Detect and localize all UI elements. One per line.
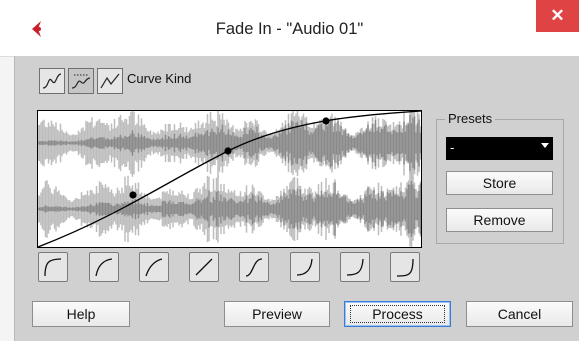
dropdown-arrow-icon [541, 143, 549, 148]
help-button[interactable]: Help [32, 301, 130, 327]
soft-curve-icon [145, 258, 163, 277]
curve-shape-button-1[interactable] [38, 252, 68, 282]
steep-end-curve-icon [346, 258, 364, 276]
curve-shape-button-3[interactable] [139, 252, 169, 282]
window-title: Fade In - "Audio 01" [215, 20, 364, 38]
preview-button[interactable]: Preview [224, 301, 330, 327]
preset-value: - [450, 140, 455, 155]
damped-spline-curve-icon [71, 74, 91, 89]
curve-kind-damped-spline-button[interactable] [68, 68, 94, 94]
presets-label: Presets [445, 111, 496, 126]
remove-button[interactable]: Remove [446, 208, 553, 232]
fast-end-curve-icon [296, 258, 313, 276]
process-button[interactable]: Process [344, 301, 451, 327]
process-label: Process [350, 305, 445, 323]
linear-curve-icon [100, 73, 120, 89]
late-curve-icon [396, 258, 414, 277]
curve-shape-button-6[interactable] [290, 252, 320, 282]
curve-shape-button-4[interactable] [189, 252, 219, 282]
curve-point [129, 191, 137, 199]
curve-point [224, 147, 232, 155]
curve-shape-button-7[interactable] [340, 252, 370, 282]
cancel-button[interactable]: Cancel [466, 301, 573, 327]
preset-select[interactable]: - [446, 137, 553, 160]
spline-curve-icon [42, 73, 62, 89]
curve-shape-button-2[interactable] [89, 252, 119, 282]
curve-kind-spline-button[interactable] [39, 68, 65, 94]
s-curve-icon [245, 258, 263, 277]
linear-shape-icon [195, 258, 213, 276]
slow-start-curve-icon [95, 258, 113, 277]
fade-dialog: Curve Kind Presets - Store Remove Help P… [14, 56, 579, 341]
curve-shape-button-5[interactable] [239, 252, 269, 282]
store-button[interactable]: Store [446, 171, 553, 195]
presets-group: Presets - Store Remove [436, 111, 564, 244]
fade-curve-display[interactable] [37, 110, 422, 248]
quarter-circle-curve-icon [44, 258, 62, 277]
title-bar: Fade In - "Audio 01" ✕ [0, 0, 579, 57]
curve-point [322, 117, 330, 125]
curve-kind-label: Curve Kind [127, 71, 192, 86]
waveform-display [38, 111, 421, 247]
close-button[interactable]: ✕ [536, 0, 579, 32]
curve-kind-linear-button[interactable] [97, 68, 123, 94]
curve-shape-button-8[interactable] [390, 252, 420, 282]
